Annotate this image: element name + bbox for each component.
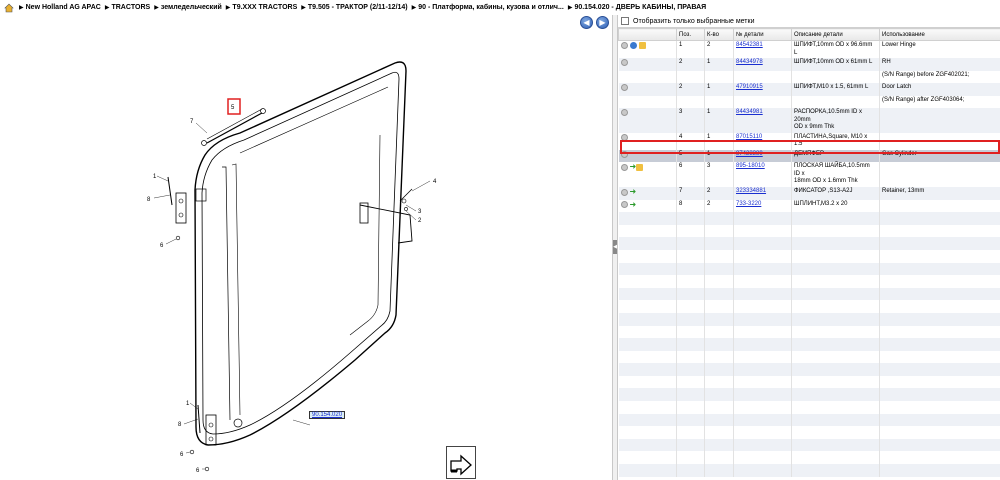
empty-row <box>618 350 1000 364</box>
add-to-cart-icon[interactable] <box>620 164 628 172</box>
diagram-reference-link[interactable]: 90.154.020 <box>309 411 346 419</box>
header-quantity[interactable]: К-во <box>704 28 734 41</box>
callout-6-lower[interactable]: 6 <box>180 452 184 458</box>
callout-8-lower[interactable]: 8 <box>178 422 182 428</box>
empty-row <box>618 375 1000 389</box>
empty-row <box>618 401 1000 414</box>
table-row[interactable]: 2 1 84434978 ШПИФТ,10mm OD x 61mm L RH <box>618 58 1000 71</box>
table-row[interactable]: 1 2 84542381 ШПИФТ,10mm OD x 96.6mm L Lo… <box>618 40 1000 58</box>
header-part-number[interactable]: № детали <box>733 28 792 41</box>
table-row[interactable]: ➜ 8 2 733-3220 ШПЛИНТ,M3.2 x 20 <box>618 199 1000 213</box>
folder-icon[interactable] <box>636 164 644 172</box>
table-row[interactable]: ➜ 6 3 895-18010 ПЛОСКАЯ ШАЙБА,10.5mm ID … <box>618 162 1000 187</box>
callout-8-upper[interactable]: 8 <box>147 197 151 203</box>
show-selected-checkbox[interactable] <box>621 17 629 25</box>
replace-icon[interactable] <box>629 42 637 49</box>
callout-6-upper[interactable]: 6 <box>160 243 164 249</box>
header-description[interactable]: Описание детали <box>791 28 880 41</box>
add-to-cart-icon[interactable] <box>620 201 628 209</box>
return-arrow-icon <box>450 454 472 476</box>
empty-row <box>618 338 1000 351</box>
home-icon[interactable] <box>4 3 14 13</box>
part-number-link[interactable]: 84542381 <box>736 42 763 48</box>
part-number-link[interactable]: 84434978 <box>736 59 763 65</box>
add-to-cart-icon[interactable] <box>620 109 628 117</box>
callout-2[interactable]: 2 <box>418 218 422 224</box>
header-position[interactable]: Поз. <box>676 28 705 41</box>
callout-4[interactable]: 4 <box>433 179 437 185</box>
breadcrumb-item-brand[interactable]: ▶ New Holland AG APAC <box>19 4 101 11</box>
diagram-pane: ◀ ▶ 7 5 1 8 6 4 3 2 1 8 6 6 90.154.020 <box>0 15 612 480</box>
breadcrumb-item-section[interactable]: ▶ 90 - Платформа, кабины, кузова и отлич.… <box>412 4 564 11</box>
empty-row <box>618 249 1000 263</box>
empty-row <box>618 224 1000 238</box>
empty-row <box>618 451 1000 465</box>
callout-5[interactable]: 5 <box>231 105 235 111</box>
forward-arrow-icon[interactable]: ➜ <box>630 200 637 209</box>
table-row: (S/N Range) before ZGF402021; <box>618 70 1000 84</box>
forward-arrow-icon[interactable]: ➜ <box>630 187 637 196</box>
empty-row <box>618 325 1000 339</box>
breadcrumb-item-tractors[interactable]: ▶ TRACTORS <box>105 4 150 11</box>
empty-row <box>618 312 1000 326</box>
callout-1-upper[interactable]: 1 <box>153 174 157 180</box>
empty-row <box>618 262 1000 276</box>
header-usage[interactable]: Использование <box>879 28 1000 41</box>
empty-row <box>618 237 1000 250</box>
collapse-arrow-icon[interactable]: ◀ <box>613 240 617 254</box>
breadcrumb-item-series[interactable]: ▶ T9.XXX TRACTORS <box>226 4 297 11</box>
empty-row <box>618 464 1000 477</box>
return-arrow-button[interactable] <box>446 446 476 479</box>
part-number-link[interactable]: 323334881 <box>736 188 766 194</box>
breadcrumb-item-current: ▶ 90.154.020 - ДВЕРЬ КАБИНЫ, ПРАВАЯ <box>567 4 707 11</box>
add-to-cart-icon[interactable] <box>620 188 628 196</box>
table-row[interactable]: 2 1 47910915 ШПИФТ,M10 x 1.5, 61mm L Doo… <box>618 83 1000 96</box>
empty-row <box>618 413 1000 427</box>
part-number-link[interactable]: 84434981 <box>736 109 763 115</box>
filter-label: Отобразить только выбранные метки <box>633 17 755 25</box>
empty-row <box>618 212 1000 225</box>
add-to-cart-icon[interactable] <box>620 59 628 66</box>
empty-row <box>618 426 1000 439</box>
callout-7[interactable]: 7 <box>190 119 194 125</box>
breadcrumb-item-agricultural[interactable]: ▶ земледельческий <box>154 4 222 11</box>
table-row[interactable]: ➜ 7 2 323334881 ФИКСАТОР ,S13-A2J Retain… <box>618 186 1000 200</box>
header-actions <box>618 28 677 41</box>
empty-row <box>618 363 1000 376</box>
empty-row <box>618 438 1000 452</box>
selected-row-highlight <box>620 140 1000 154</box>
callout-6-bottom[interactable]: 6 <box>196 468 200 474</box>
parts-list-pane: Отобразить только выбранные метки Поз. К… <box>618 15 1000 480</box>
empty-row <box>618 275 1000 288</box>
breadcrumb: ▶ New Holland AG APAC ▶ TRACTORS ▶ земледел… <box>0 0 1000 15</box>
folder-icon[interactable] <box>638 42 646 49</box>
filter-bar: Отобразить только выбранные метки <box>618 15 1000 28</box>
forward-arrow-icon[interactable]: ➜ <box>630 162 637 171</box>
parts-table: Поз. К-во № детали Описание детали Испол… <box>618 28 1000 477</box>
table-row[interactable]: 3 1 84434981 РАСПОРКА,10.5mm ID x 20mm OD… <box>618 108 1000 133</box>
callout-3[interactable]: 3 <box>418 209 422 215</box>
exploded-parts-diagram: 7 5 1 8 6 4 3 2 1 8 6 6 <box>147 61 437 474</box>
table-row: (S/N Range) after ZGF403064; <box>618 95 1000 109</box>
part-number-link[interactable]: 895-18010 <box>736 163 765 169</box>
part-number-link[interactable]: 87015110 <box>736 134 762 140</box>
breadcrumb-item-model[interactable]: ▶ T9.505 - ТРАКТОР (2/11-12/14) <box>301 4 407 11</box>
add-to-cart-icon[interactable] <box>620 42 628 49</box>
part-number-link[interactable]: 47910915 <box>736 84 763 90</box>
empty-row <box>618 287 1000 301</box>
part-number-link[interactable]: 733-3220 <box>736 201 761 207</box>
empty-row <box>618 300 1000 313</box>
add-to-cart-icon[interactable] <box>620 84 628 92</box>
empty-row <box>618 388 1000 402</box>
callout-1-lower[interactable]: 1 <box>186 401 190 407</box>
